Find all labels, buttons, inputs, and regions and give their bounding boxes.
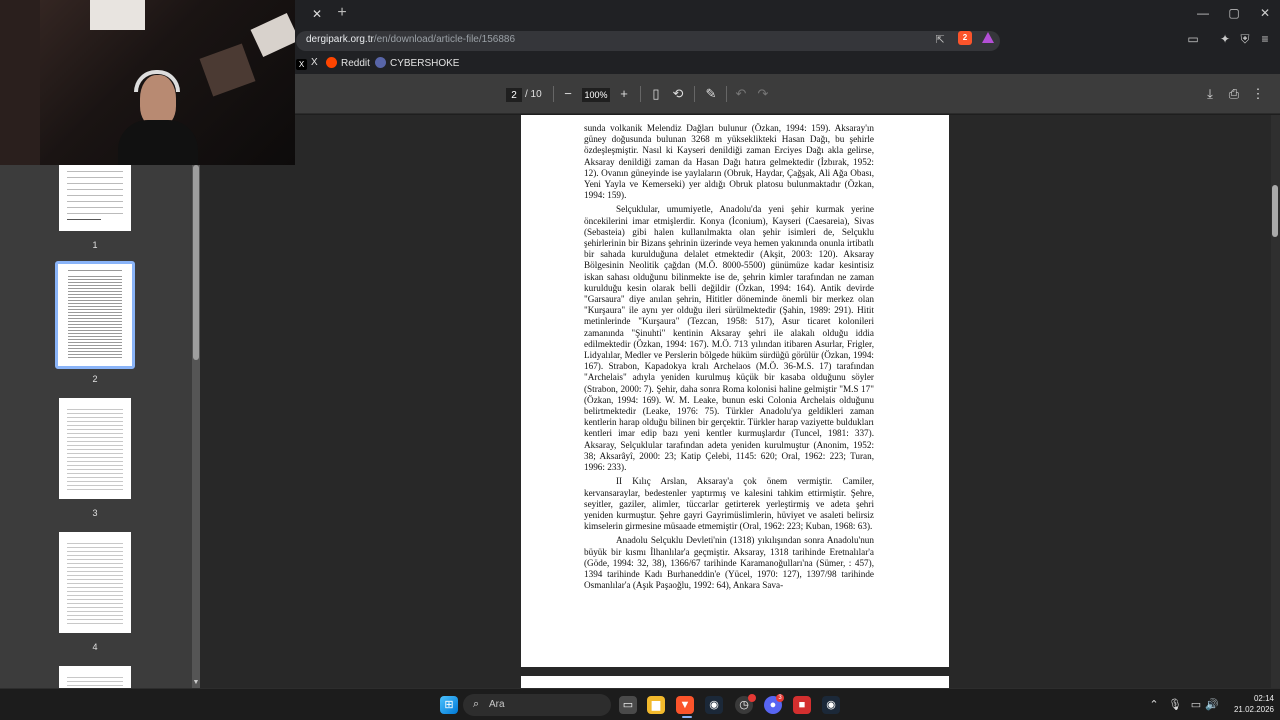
new-tab-button[interactable]: + [334,4,350,22]
url-path: /en/download/article-file/156886 [373,34,516,45]
x-icon: X [296,59,307,70]
brave-browser-icon[interactable]: ▼ [676,696,694,714]
download-icon[interactable]: ⤓ [1202,86,1218,102]
file-explorer-icon[interactable]: ▆ [647,696,665,714]
zoom-in-button[interactable]: + [616,86,632,102]
sidebar-scrollbar-thumb[interactable] [193,165,199,360]
paragraph: II Kılıç Arslan, Aksaray'a çok önem verm… [584,476,874,532]
paragraph: Selçuklular, umumiyetle, Anadolu'da yeni… [584,204,874,473]
brave-rewards-icon[interactable] [982,32,994,43]
webcam-overlay [0,0,295,165]
red-app-icon[interactable]: ■ [793,696,811,714]
redo-icon[interactable]: ↷ [755,86,771,102]
bookmark-label: CYBERSHOKE [390,58,460,69]
page-text: sunda volkanik Melendiz Dağları bulunur … [584,123,874,594]
leo-ai-icon[interactable]: ✦ [1217,32,1233,46]
date: 21.02.2026 [1233,705,1274,714]
rotate-icon[interactable]: ⟲ [670,86,686,102]
webcam-headset [134,70,180,92]
url-host: dergipark.org.tr [306,34,374,45]
sidebar-toggle-icon[interactable]: ▭ [1185,32,1201,46]
thumbnail-page-1[interactable] [59,165,131,231]
webcam-shoulders [118,120,198,165]
thumbnail-page-5[interactable] [59,666,131,688]
active-indicator [682,716,692,718]
search-placeholder: Ara [489,699,505,710]
bookmark-label: X [311,57,318,68]
task-view-icon[interactable]: ▭ [619,696,637,714]
page-total: / 10 [525,89,542,100]
maximize-icon[interactable]: ▢ [1224,6,1244,20]
microphone-icon[interactable]: 🎙 [1168,698,1182,711]
clock[interactable]: 02:14 21.02.2026 [1224,693,1274,715]
brave-shields-icon[interactable]: 2 [958,31,972,45]
paragraph: Anadolu Selçuklu Devleti'nin (1318) yıkı… [584,535,874,591]
pdf-page-2: sunda volkanik Melendiz Dağları bulunur … [521,115,949,667]
webcam-poster [199,43,256,97]
viewer-scrollbar-thumb[interactable] [1272,185,1278,237]
share-icon[interactable]: ⇱ [932,33,948,46]
url-field[interactable]: dergipark.org.tr/en/download/article-fil… [296,31,1000,51]
url-text[interactable]: dergipark.org.tr/en/download/article-fil… [306,34,515,45]
close-window-icon[interactable]: ✕ [1255,6,1275,20]
reddit-icon [326,57,337,68]
thumbnail-sidebar: 1 2 3 4 ▼ [0,115,200,688]
minimize-icon[interactable]: — [1193,6,1213,20]
webcam-wall [0,0,40,165]
divider [553,86,554,102]
webcam-poster [250,12,295,58]
discord-badge: 3 [776,694,784,702]
divider [640,86,641,102]
annotate-icon[interactable]: ✎ [703,86,719,102]
taskbar-search[interactable]: ⌕ Ara [463,694,611,716]
tray-chevron-icon[interactable]: ⌃ [1147,698,1161,711]
thumbnail-label: 4 [92,642,98,652]
document-viewer[interactable]: sunda volkanik Melendiz Dağları bulunur … [200,115,1280,688]
bookmark-x[interactable]: XX [296,57,318,70]
taskbar: ⊞ ⌕ Ara ▭ ▆ ▼ ◉ ◷ ● 3 ■ ◉ ⌃ 🎙 ▭ 🔊 02:14 … [0,688,1280,720]
volume-icon[interactable]: 🔊 [1205,698,1219,711]
webcam-light [90,0,145,30]
bookmark-label: Reddit [341,58,370,69]
paragraph: sunda volkanik Melendiz Dağları bulunur … [584,123,874,201]
more-options-icon[interactable]: ⋮ [1250,86,1266,102]
thumbnail-page-2-selected[interactable] [55,261,135,369]
print-icon[interactable]: ⎙ [1226,86,1242,102]
divider [694,86,695,102]
bookmark-reddit[interactable]: Reddit [326,57,370,69]
windows-start-icon[interactable]: ⊞ [440,696,458,714]
cybershoke-icon [375,57,386,68]
close-tab-icon[interactable]: ✕ [308,5,326,23]
zoom-out-button[interactable]: − [560,86,576,102]
undo-icon[interactable]: ↶ [733,86,749,102]
thumbnail-label: 2 [92,374,98,384]
thumbnail-label: 3 [92,508,98,518]
network-icon[interactable]: ▭ [1189,698,1203,711]
page-number-input[interactable] [506,88,522,102]
vpn-shield-icon[interactable]: ⛨ [1237,32,1253,47]
fit-page-icon[interactable]: ▯ [648,86,664,102]
divider [726,86,727,102]
menu-icon[interactable]: ≡ [1257,32,1273,46]
pdf-page-3 [521,676,949,688]
notification-badge [748,694,756,702]
thumbnail-label: 1 [92,240,98,250]
steam-2-icon[interactable]: ◉ [822,696,840,714]
thumbnail-page-3[interactable] [59,398,131,499]
zoom-input[interactable]: 100% [582,88,610,102]
thumbnail-page-4[interactable] [59,532,131,633]
search-icon: ⌕ [473,698,480,710]
steam-icon[interactable]: ◉ [705,696,723,714]
screen: ✕ + — ▢ ✕ dergipark.org.tr/en/download/a… [0,0,1280,720]
bookmark-cybershoke[interactable]: CYBERSHOKE [375,57,459,69]
time: 02:14 [1253,694,1274,703]
